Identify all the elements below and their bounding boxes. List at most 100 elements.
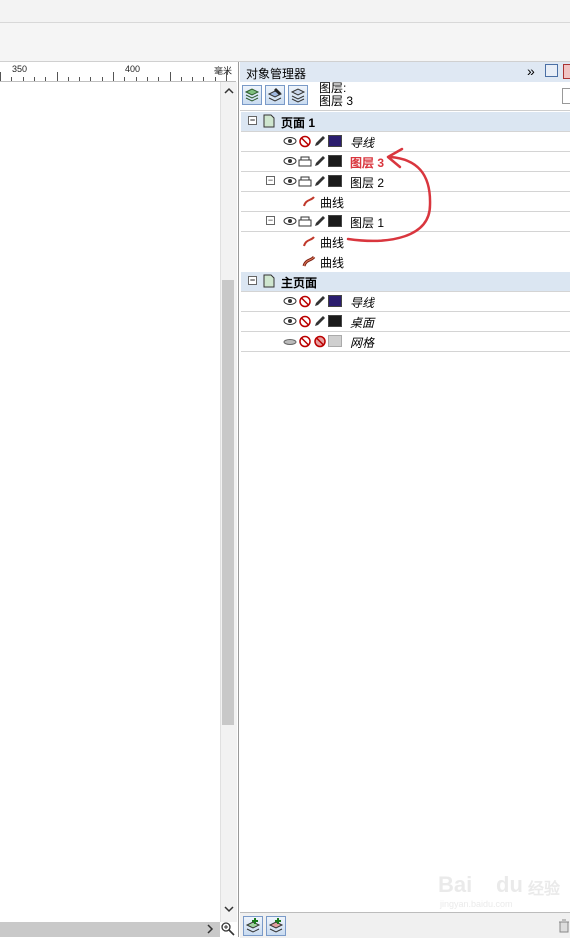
horizontal-scrollbar[interactable] bbox=[0, 922, 220, 937]
ruler-tick bbox=[68, 77, 69, 81]
ruler-tick bbox=[11, 77, 12, 81]
page-icon bbox=[263, 114, 275, 128]
ruler-tick bbox=[90, 77, 91, 81]
no-print-icon[interactable] bbox=[298, 335, 312, 348]
layer-manager-view-button[interactable] bbox=[288, 85, 308, 105]
tree-row-layer-1-curve-2[interactable]: 曲线 bbox=[241, 252, 570, 271]
eye-closed-icon[interactable] bbox=[283, 335, 297, 347]
ruler-tick bbox=[34, 77, 35, 81]
pencil-icon[interactable] bbox=[313, 295, 327, 308]
ruler-unit: 毫米 bbox=[214, 66, 233, 76]
no-print-icon[interactable] bbox=[298, 295, 312, 308]
docker-title: 对象管理器 bbox=[246, 67, 307, 81]
docker-bottom-bar bbox=[240, 912, 570, 938]
watermark-sub: 经验 bbox=[528, 881, 561, 898]
layer-label-master-guides[interactable]: 导线 bbox=[350, 294, 374, 311]
curve-icon bbox=[302, 255, 316, 267]
ruler-tick bbox=[113, 72, 114, 81]
layer-color-swatch[interactable] bbox=[328, 295, 342, 307]
pencil-icon[interactable] bbox=[313, 175, 327, 188]
ruler-tick bbox=[170, 72, 171, 81]
property-bar bbox=[0, 23, 570, 62]
master-page-label: 主页面 bbox=[281, 276, 318, 290]
collapse-toggle[interactable]: − bbox=[266, 216, 275, 225]
scroll-up-icon[interactable] bbox=[223, 86, 235, 96]
tree-row-master-desktop[interactable]: 桌面 bbox=[241, 312, 570, 332]
ruler-tick bbox=[226, 72, 227, 81]
docker-toolbar: 图层: 图层 3 bbox=[240, 82, 570, 111]
ruler-tick bbox=[192, 77, 193, 81]
pencil-icon[interactable] bbox=[313, 135, 327, 148]
docker-collapse-button[interactable]: » bbox=[527, 63, 535, 79]
layer-label-master-desktop[interactable]: 桌面 bbox=[350, 314, 374, 331]
edit-across-layers-button[interactable] bbox=[265, 85, 285, 105]
docker-close-button[interactable] bbox=[563, 64, 570, 79]
no-edit-icon[interactable] bbox=[313, 335, 327, 348]
ruler-tick bbox=[158, 77, 159, 81]
ruler-tick bbox=[23, 77, 24, 81]
ruler-label-400: 400 bbox=[125, 64, 141, 74]
page-1-label: 页面 1 bbox=[281, 116, 316, 130]
page-icon bbox=[263, 274, 275, 288]
show-object-properties-button[interactable] bbox=[242, 85, 262, 105]
eye-icon[interactable] bbox=[283, 295, 297, 307]
collapse-toggle[interactable]: − bbox=[248, 276, 257, 285]
drawing-canvas[interactable] bbox=[0, 82, 220, 922]
no-print-icon[interactable] bbox=[298, 315, 312, 328]
horizontal-ruler[interactable]: 350 400 毫米 bbox=[0, 62, 236, 82]
tree-row-master-grid[interactable]: 网格 bbox=[241, 332, 570, 352]
tree-row-master-guides[interactable]: 导线 bbox=[241, 292, 570, 312]
tree-page-1[interactable]: − 页面 1 bbox=[241, 112, 570, 132]
pencil-icon[interactable] bbox=[313, 155, 327, 168]
trash-icon[interactable] bbox=[558, 919, 570, 933]
watermark-brand-2: du bbox=[496, 872, 523, 897]
collapse-toggle[interactable]: − bbox=[248, 116, 257, 125]
layer-color-swatch[interactable] bbox=[328, 335, 342, 347]
layers-properties-icon bbox=[244, 88, 260, 102]
ruler-tick bbox=[124, 77, 125, 81]
new-layer-button[interactable] bbox=[243, 916, 263, 936]
ruler-tick bbox=[147, 77, 148, 81]
vertical-scroll-thumb[interactable] bbox=[222, 280, 234, 725]
ruler-tick bbox=[102, 77, 103, 81]
collapse-toggle[interactable]: − bbox=[266, 176, 275, 185]
zoom-icon[interactable] bbox=[220, 921, 236, 937]
eye-icon[interactable] bbox=[283, 315, 297, 327]
watermark-url: jingyan.baidu.com bbox=[440, 899, 513, 909]
printer-icon[interactable] bbox=[298, 175, 312, 188]
docker-options-button[interactable] bbox=[562, 88, 570, 104]
layer-stack-icon bbox=[290, 88, 306, 103]
baidu-watermark: Bai du 经验 jingyan.baidu.com bbox=[438, 872, 570, 912]
docker-title-bar: 对象管理器 » bbox=[240, 62, 570, 82]
layer-color-swatch[interactable] bbox=[328, 315, 342, 327]
eye-icon[interactable] bbox=[283, 155, 297, 167]
ruler-tick bbox=[215, 77, 216, 81]
ruler-tick bbox=[0, 72, 1, 81]
docker-minimize-button[interactable] bbox=[545, 64, 558, 77]
pencil-icon[interactable] bbox=[313, 215, 327, 228]
watermark-brand: Bai bbox=[438, 872, 473, 897]
eye-icon[interactable] bbox=[283, 135, 297, 147]
annotation-arrow bbox=[346, 147, 432, 243]
eye-icon[interactable] bbox=[283, 175, 297, 187]
ruler-tick bbox=[136, 77, 137, 81]
scroll-down-icon[interactable] bbox=[223, 904, 235, 914]
new-master-layer-button[interactable] bbox=[266, 916, 286, 936]
ruler-tick bbox=[181, 77, 182, 81]
tree-master-page[interactable]: − 主页面 bbox=[241, 272, 570, 292]
new-master-layer-icon bbox=[268, 918, 284, 933]
edit-layers-icon bbox=[267, 88, 283, 102]
ruler-label-350: 350 bbox=[12, 64, 28, 74]
curve-icon bbox=[303, 236, 315, 247]
curve-icon bbox=[303, 196, 315, 207]
no-print-icon[interactable] bbox=[298, 135, 312, 148]
layer-label-master-grid[interactable]: 网格 bbox=[350, 334, 374, 351]
printer-icon[interactable] bbox=[298, 155, 312, 168]
eye-icon[interactable] bbox=[283, 215, 297, 227]
object-label-curve[interactable]: 曲线 bbox=[320, 254, 344, 271]
current-layer-value: 图层 3 bbox=[319, 94, 354, 108]
pencil-icon[interactable] bbox=[313, 315, 327, 328]
scroll-right-icon[interactable] bbox=[205, 924, 215, 934]
printer-icon[interactable] bbox=[298, 215, 312, 228]
menu-bar-area bbox=[0, 0, 570, 23]
